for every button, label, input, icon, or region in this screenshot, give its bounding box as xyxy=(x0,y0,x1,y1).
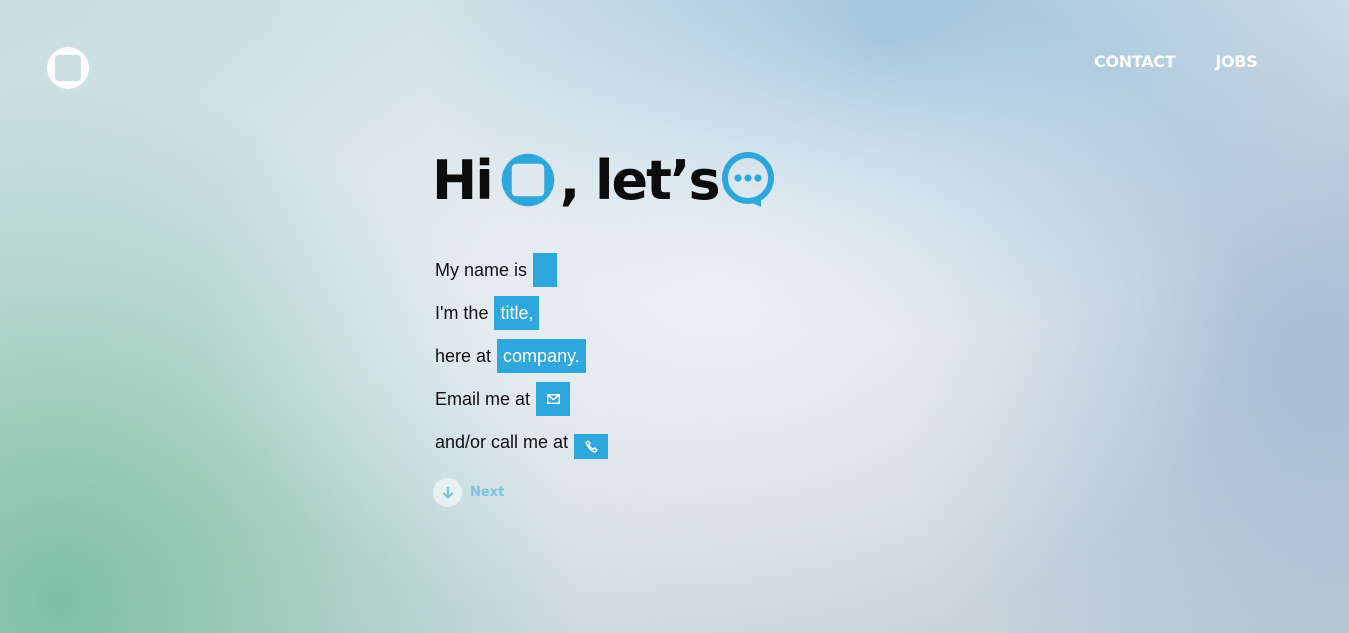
top-nav: CONTACT JOBS xyxy=(1094,52,1258,71)
chat-bubble-icon xyxy=(721,151,775,209)
headline-lets: , let’s xyxy=(559,148,721,212)
name-field[interactable] xyxy=(533,253,558,287)
form-line-phone: and/or call me at xyxy=(435,425,609,459)
headline-hi: Hi xyxy=(432,148,494,212)
form-line-name: My name is xyxy=(435,253,608,287)
title-label: I'm the xyxy=(435,302,489,323)
phone-field[interactable] xyxy=(574,434,609,459)
form-line-email: Email me at xyxy=(435,382,608,416)
phone-label: and/or call me at xyxy=(435,431,569,452)
name-label: My name is xyxy=(435,259,528,280)
envelope-icon xyxy=(546,394,560,404)
form-line-title: I'm the title, xyxy=(435,296,608,330)
next-circle xyxy=(433,478,462,507)
contact-form: My name is I'm the title, here at compan… xyxy=(435,253,609,468)
nav-contact-link[interactable]: CONTACT xyxy=(1094,52,1176,71)
title-field[interactable]: title, xyxy=(494,296,540,330)
nav-jobs-link[interactable]: JOBS xyxy=(1215,52,1257,71)
arrow-down-icon xyxy=(442,486,453,499)
company-field[interactable]: company. xyxy=(497,339,586,373)
logo-icon xyxy=(47,47,89,89)
next-button[interactable]: Next xyxy=(433,478,504,507)
phone-icon xyxy=(584,440,598,453)
email-label: Email me at xyxy=(435,388,531,409)
logo-mark-icon xyxy=(498,150,558,210)
next-label: Next xyxy=(470,485,505,500)
page-headline: Hi , let’s xyxy=(432,145,775,215)
email-field[interactable] xyxy=(536,382,571,416)
logo[interactable] xyxy=(44,44,92,92)
form-line-company: here at company. xyxy=(435,339,608,373)
company-label: here at xyxy=(435,345,492,366)
